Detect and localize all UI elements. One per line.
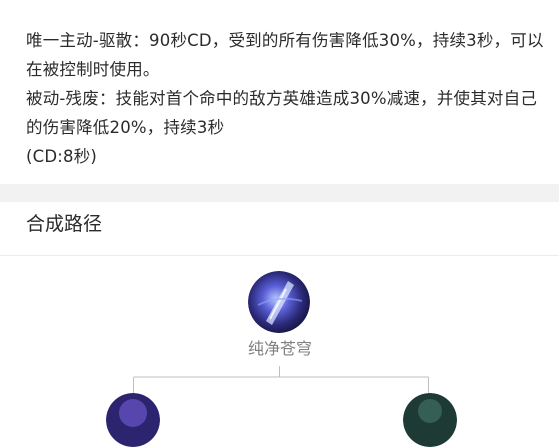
- component-item-icon-right[interactable]: [403, 393, 457, 447]
- component-item-icon-left[interactable]: [106, 393, 160, 447]
- recipe-tree-lines: [133, 366, 429, 393]
